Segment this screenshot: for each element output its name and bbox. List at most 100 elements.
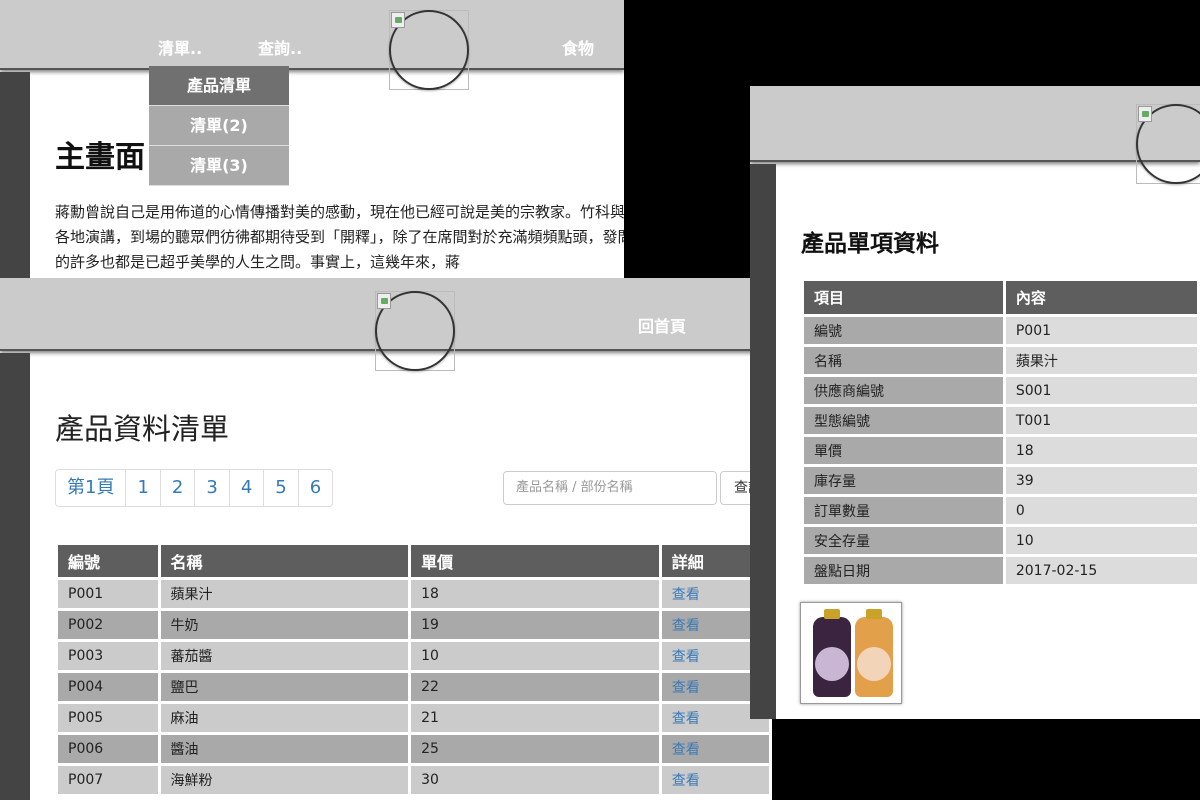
cell-price: 18	[411, 580, 659, 608]
list-sidebar	[0, 353, 30, 800]
nav-food-link[interactable]: 食物	[562, 35, 594, 59]
cell-price: 10	[411, 642, 659, 670]
detail-value: P001	[1005, 317, 1197, 344]
search-input[interactable]: 產品名稱 / 部份名稱	[503, 471, 717, 505]
list-header: 回首頁	[0, 278, 772, 371]
list-dropdown-menu: 產品清單 清單(2) 清單(3)	[149, 66, 289, 186]
detail-row: 供應商編號 S001	[804, 377, 1197, 404]
page-5[interactable]: 5	[264, 470, 299, 506]
cell-id: P007	[58, 766, 158, 794]
home-link[interactable]: 回首頁	[638, 313, 686, 337]
apple-juice-bottle-icon	[855, 609, 893, 697]
detail-key: 庫存量	[804, 467, 1003, 494]
detail-row: 名稱 蘋果汁	[804, 347, 1197, 374]
product-detail-table: 項目 內容 編號 P001 名稱 蘋果汁 供應商編號 S001 型態編號 T001 單價 18 庫存…	[801, 278, 1200, 587]
detail-header	[750, 86, 1200, 184]
detail-value: 39	[1005, 467, 1197, 494]
product-list-window: 回首頁 產品資料清單 第1頁 1 2 3 4 5 6 產品名稱 / 部份名稱 查…	[0, 278, 772, 800]
detail-key: 盤點日期	[804, 557, 1003, 584]
intro-paragraph: 蔣勳曾說自己是用佈道的心情傳播對美的感動，現在他已經可說是美的宗教家。竹科與各地…	[55, 203, 624, 271]
cell-id: P003	[58, 642, 158, 670]
cell-name: 蕃茄醬	[160, 642, 409, 670]
detail-key: 名稱	[804, 347, 1003, 374]
detail-page-title: 產品單項資料	[801, 231, 939, 257]
cell-id: P001	[58, 580, 158, 608]
page-current[interactable]: 第1頁	[56, 470, 127, 506]
page-4[interactable]: 4	[230, 470, 265, 506]
detail-value: T001	[1005, 407, 1197, 434]
cell-name: 海鮮粉	[160, 766, 409, 794]
cell-price: 30	[411, 766, 659, 794]
column-header-item: 項目	[804, 281, 1003, 314]
grape-juice-bottle-icon	[813, 609, 851, 697]
cell-id: P005	[58, 704, 158, 732]
detail-value: 10	[1005, 527, 1197, 554]
detail-key: 供應商編號	[804, 377, 1003, 404]
dropdown-item-list-2[interactable]: 清單(2)	[149, 106, 289, 146]
detail-sidebar	[750, 164, 776, 719]
table-row: P003 蕃茄醬 10 查看	[58, 642, 769, 670]
column-header-id: 編號	[58, 545, 158, 577]
detail-value: 蘋果汁	[1005, 347, 1197, 374]
detail-row: 訂單數量 0	[804, 497, 1197, 524]
detail-value: 18	[1005, 437, 1197, 464]
detail-key: 編號	[804, 317, 1003, 344]
detail-key: 安全存量	[804, 527, 1003, 554]
cell-price: 21	[411, 704, 659, 732]
detail-row: 編號 P001	[804, 317, 1197, 344]
detail-row: 單價 18	[804, 437, 1197, 464]
detail-row: 庫存量 39	[804, 467, 1197, 494]
product-image	[800, 602, 902, 704]
detail-row: 型態編號 T001	[804, 407, 1197, 434]
table-row: P005 麻油 21 查看	[58, 704, 769, 732]
page-6[interactable]: 6	[299, 470, 332, 506]
table-row: P006 醬油 25 查看	[58, 735, 769, 763]
broken-image-icon	[1138, 106, 1152, 122]
column-header-price: 單價	[411, 545, 659, 577]
cell-name: 蘋果汁	[160, 580, 409, 608]
pagination: 第1頁 1 2 3 4 5 6	[55, 469, 334, 507]
cell-price: 22	[411, 673, 659, 701]
page-1[interactable]: 1	[126, 470, 161, 506]
main-sidebar	[0, 72, 30, 278]
column-header-name: 名稱	[160, 545, 409, 577]
desktop-background	[793, 719, 1200, 800]
detail-value: 0	[1005, 497, 1197, 524]
detail-key: 型態編號	[804, 407, 1003, 434]
dropdown-item-list-3[interactable]: 清單(3)	[149, 146, 289, 186]
main-header: 清單.. 查詢.. 食物	[0, 0, 624, 90]
table-row: P004 鹽巴 22 查看	[58, 673, 769, 701]
cell-name: 牛奶	[160, 611, 409, 639]
page-title: 主畫面	[55, 140, 145, 175]
list-page-title: 產品資料清單	[55, 412, 230, 446]
column-header-content: 內容	[1005, 281, 1197, 314]
detail-key: 單價	[804, 437, 1003, 464]
cell-price: 25	[411, 735, 659, 763]
detail-key: 訂單數量	[804, 497, 1003, 524]
cell-id: P002	[58, 611, 158, 639]
broken-image-icon	[391, 12, 405, 28]
table-row: P001 蘋果汁 18 查看	[58, 580, 769, 608]
detail-value: 2017-02-15	[1005, 557, 1197, 584]
cell-name: 鹽巴	[160, 673, 409, 701]
dropdown-item-product-list[interactable]: 產品清單	[149, 66, 289, 106]
view-detail-link[interactable]: 查看	[661, 735, 769, 763]
product-list-table: 編號 名稱 單價 詳細 P001 蘋果汁 18 查看 P002 牛奶 19 查看 P003 蕃茄醬…	[55, 542, 772, 797]
cell-name: 醬油	[160, 735, 409, 763]
cell-id: P006	[58, 735, 158, 763]
page-3[interactable]: 3	[195, 470, 230, 506]
cell-price: 19	[411, 611, 659, 639]
cell-name: 麻油	[160, 704, 409, 732]
view-detail-link[interactable]: 查看	[661, 766, 769, 794]
page-2[interactable]: 2	[161, 470, 196, 506]
main-page-window: 清單.. 查詢.. 食物 主畫面 蔣勳曾說自己是用佈道的心情傳播對美的感動，現在…	[0, 0, 624, 278]
table-row: P002 牛奶 19 查看	[58, 611, 769, 639]
detail-value: S001	[1005, 377, 1197, 404]
nav-query-menu[interactable]: 查詢..	[258, 35, 302, 59]
broken-image-icon	[377, 293, 391, 309]
detail-row: 盤點日期 2017-02-15	[804, 557, 1197, 584]
detail-row: 安全存量 10	[804, 527, 1197, 554]
cell-id: P004	[58, 673, 158, 701]
table-row: P007 海鮮粉 30 查看	[58, 766, 769, 794]
nav-list-menu[interactable]: 清單..	[158, 35, 202, 59]
